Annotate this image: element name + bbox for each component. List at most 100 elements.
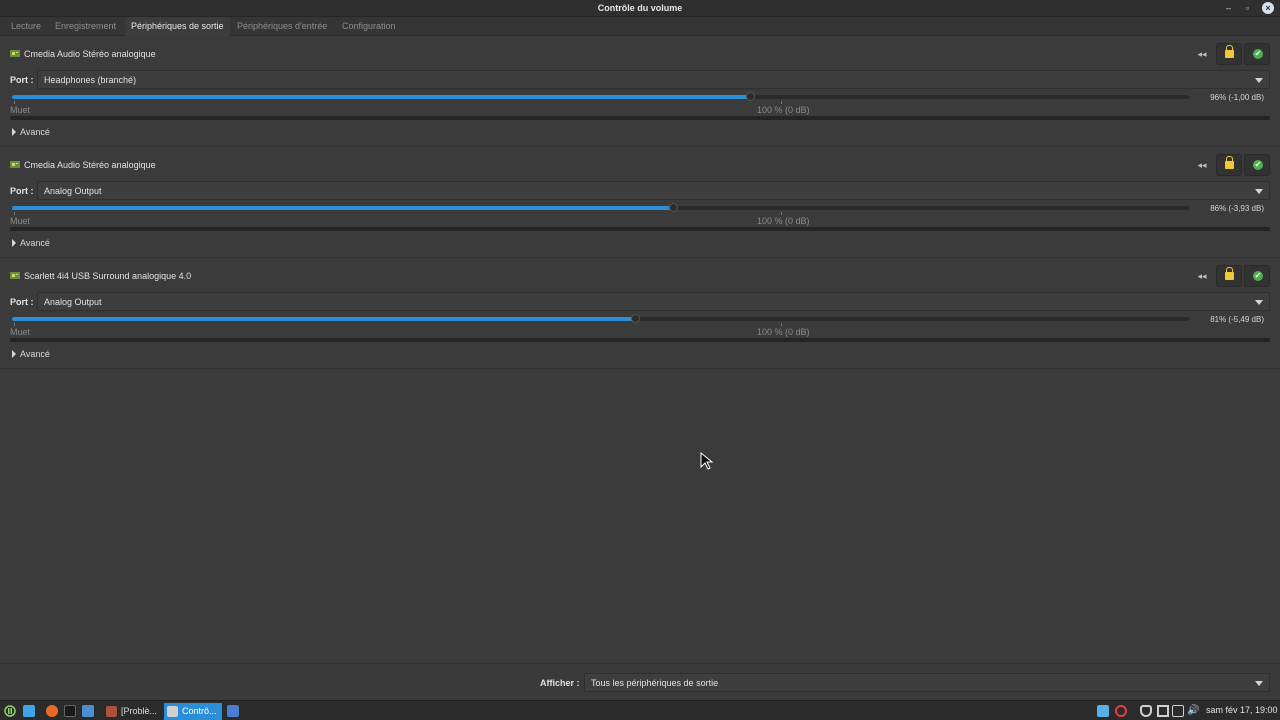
advanced-label: Avancé (20, 127, 50, 137)
tab-peripheriques-sortie[interactable]: Périphériques de sortie (125, 17, 230, 36)
lock-channels-button[interactable] (1216, 265, 1242, 287)
notification-blocked-icon[interactable] (1115, 705, 1127, 717)
task-label: Contrô... (182, 706, 217, 716)
chevron-down-icon (1255, 189, 1263, 194)
tab-configuration[interactable]: Configuration (336, 17, 402, 36)
set-default-button[interactable]: ✔ (1244, 265, 1270, 287)
taskbar-task-problem[interactable]: [Problè... (103, 703, 163, 720)
port-label: Port : (10, 186, 34, 196)
sound-card-icon (10, 272, 20, 279)
tick-mark (14, 212, 15, 215)
tick-mark (14, 101, 15, 104)
shield-icon[interactable] (1140, 705, 1152, 717)
lock-channels-button[interactable] (1216, 154, 1242, 176)
menu-icon[interactable] (4, 705, 16, 717)
mute-toggle-icon[interactable]: ◂◂ (1196, 159, 1208, 171)
volume-fill (12, 206, 674, 210)
port-value: Analog Output (44, 186, 102, 196)
show-label: Afficher : (540, 678, 580, 688)
tick-mark (14, 323, 15, 326)
lock-icon (1225, 267, 1234, 280)
tab-lecture[interactable]: Lecture (5, 17, 47, 36)
lock-channels-button[interactable] (1216, 43, 1242, 65)
advanced-expander[interactable]: Avancé (12, 238, 50, 248)
firefox-icon[interactable] (46, 705, 58, 717)
volume-handle[interactable] (669, 203, 679, 212)
clock[interactable]: sam fév 17, 19:00 (1206, 705, 1278, 715)
screenshot-icon[interactable] (227, 705, 239, 717)
tab-peripheriques-entree[interactable]: Périphériques d'entrée (231, 17, 333, 36)
window-icon[interactable] (1157, 705, 1169, 717)
show-filter-select[interactable]: Tous les périphériques de sortie (584, 673, 1270, 692)
weather-icon[interactable] (1097, 705, 1109, 717)
hundred-percent-mark: 100 % (0 dB) (757, 216, 810, 226)
mute-mark: Muet (10, 105, 31, 115)
taskbar-task-volume-control[interactable]: Contrô... (164, 703, 222, 720)
check-icon: ✔ (1253, 271, 1263, 281)
device-panel: Cmedia Audio Stéréo analogique ◂◂ ✔ Port… (0, 36, 1280, 147)
volume-slider[interactable] (12, 314, 1189, 323)
level-meter (10, 116, 1270, 120)
hundred-percent-mark: 100 % (0 dB) (757, 105, 810, 115)
volume-slider[interactable] (12, 203, 1189, 212)
show-desktop-icon[interactable] (23, 705, 35, 717)
set-default-button[interactable]: ✔ (1244, 43, 1270, 65)
port-value: Headphones (branché) (44, 75, 137, 85)
mute-toggle-icon[interactable]: ◂◂ (1196, 48, 1208, 60)
check-icon: ✔ (1253, 49, 1263, 59)
volume-slider[interactable] (12, 92, 1189, 101)
port-label: Port : (10, 297, 34, 307)
mute-toggle-icon[interactable]: ◂◂ (1196, 270, 1208, 282)
maximize-button[interactable]: ▫ (1241, 2, 1254, 15)
taskbar: [Problè... Contrô... 🔊 sam fév 17, 19:00 (0, 700, 1280, 720)
advanced-expander[interactable]: Avancé (12, 349, 50, 359)
advanced-label: Avancé (20, 349, 50, 359)
volume-readout: 86% (-3,93 dB) (1210, 204, 1264, 213)
volume-icon[interactable]: 🔊 (1187, 705, 1199, 717)
port-select[interactable]: Analog Output (37, 181, 1270, 200)
volume-control-window: Contrôle du volume – ▫ × Lecture Enregis… (0, 0, 1280, 700)
tab-enregistrement[interactable]: Enregistrement (49, 17, 122, 36)
task-label: [Problè... (121, 706, 158, 716)
level-meter (10, 338, 1270, 342)
sound-card-icon (10, 161, 20, 168)
level-meter (10, 227, 1270, 231)
device-name: Cmedia Audio Stéréo analogique (24, 160, 156, 170)
port-select[interactable]: Analog Output (37, 292, 1270, 311)
files-icon[interactable] (82, 705, 94, 717)
chevron-down-icon (1255, 78, 1263, 83)
device-name: Cmedia Audio Stéréo analogique (24, 49, 156, 59)
volume-fill (12, 95, 751, 99)
terminal-icon[interactable] (64, 705, 76, 717)
check-icon: ✔ (1253, 160, 1263, 170)
tick-mark (781, 212, 782, 215)
volume-fill (12, 317, 635, 321)
app-icon (167, 706, 178, 717)
sound-card-icon (10, 50, 20, 57)
set-default-button[interactable]: ✔ (1244, 154, 1270, 176)
mute-mark: Muet (10, 327, 31, 337)
port-select[interactable]: Headphones (branché) (37, 70, 1270, 89)
advanced-expander[interactable]: Avancé (12, 127, 50, 137)
volume-handle[interactable] (746, 92, 756, 101)
port-label: Port : (10, 75, 34, 85)
footer-bar: Afficher : Tous les périphériques de sor… (0, 663, 1280, 700)
advanced-label: Avancé (20, 238, 50, 248)
mute-mark: Muet (10, 216, 31, 226)
network-icon[interactable] (1172, 705, 1184, 717)
minimize-button[interactable]: – (1222, 2, 1235, 15)
device-panel: Scarlett 4i4 USB Surround analogique 4.0… (0, 258, 1280, 369)
tick-mark (781, 323, 782, 326)
expander-arrow-icon (12, 128, 16, 136)
chevron-down-icon (1255, 300, 1263, 305)
hundred-percent-mark: 100 % (0 dB) (757, 327, 810, 337)
app-icon (106, 706, 117, 717)
title-bar: Contrôle du volume – ▫ × (0, 0, 1280, 17)
volume-handle[interactable] (630, 314, 640, 323)
volume-readout: 81% (-5,49 dB) (1210, 315, 1264, 324)
window-title: Contrôle du volume (597, 3, 683, 13)
close-button[interactable]: × (1262, 2, 1274, 14)
expander-arrow-icon (12, 350, 16, 358)
lock-icon (1225, 45, 1234, 58)
tab-bar: Lecture Enregistrement Périphériques de … (0, 17, 1280, 36)
